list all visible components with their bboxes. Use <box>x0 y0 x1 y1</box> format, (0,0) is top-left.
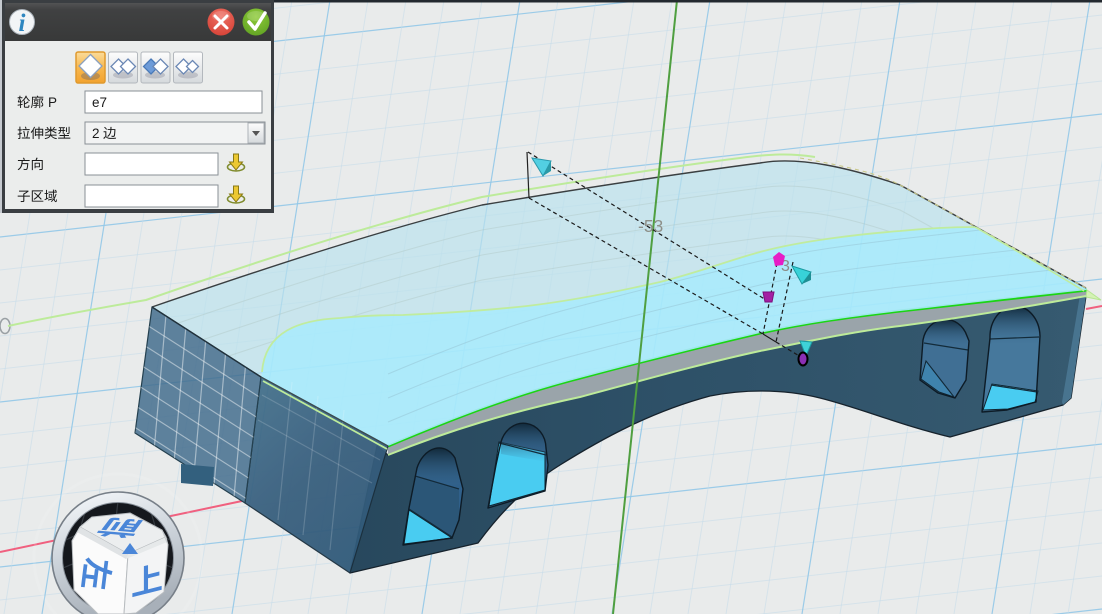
svg-text:i: i <box>19 10 26 37</box>
svg-text:2: 2 <box>92 126 100 141</box>
svg-text:e7: e7 <box>92 95 107 110</box>
svg-text:P: P <box>48 95 57 110</box>
svg-text:-53: -53 <box>638 216 663 236</box>
